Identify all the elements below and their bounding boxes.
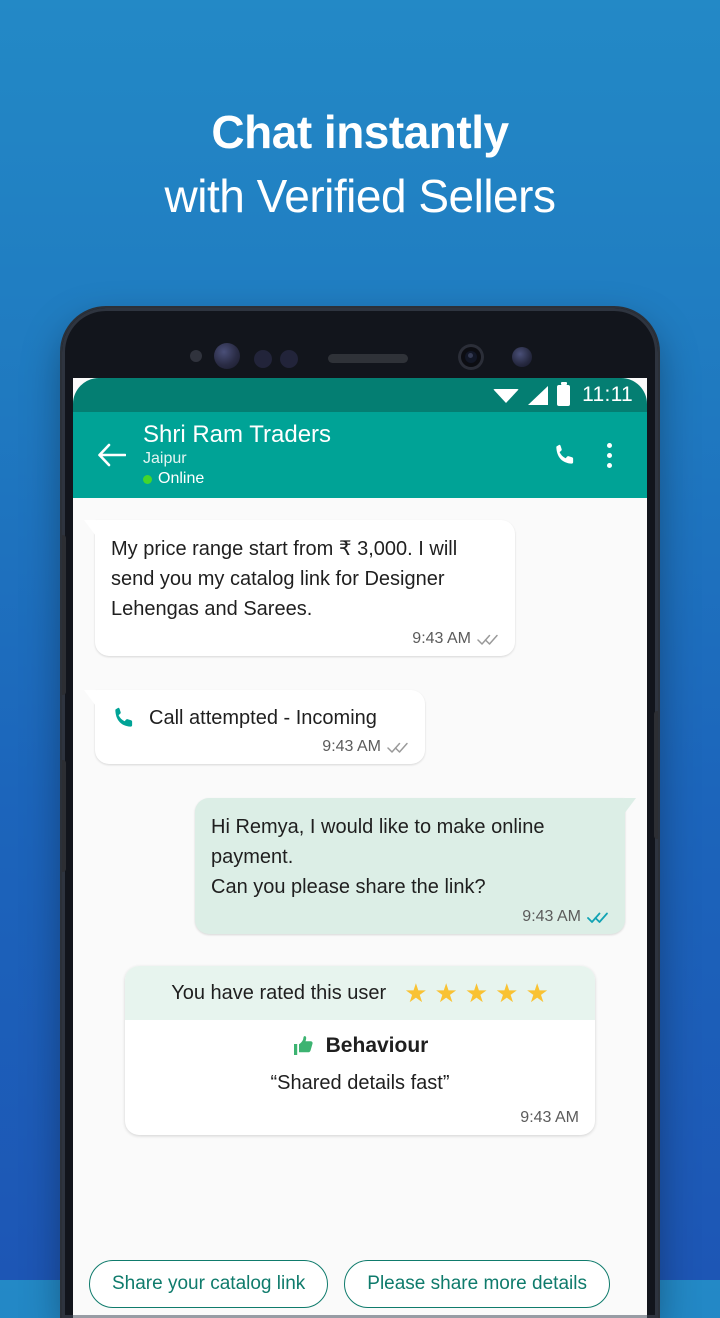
star-icon: ★ xyxy=(525,978,549,1008)
proximity-sensor-icon xyxy=(190,350,202,362)
call-button[interactable] xyxy=(543,433,587,477)
message-time: 9:43 AM xyxy=(322,738,381,755)
quick-reply-chip-share-catalog[interactable]: Share your catalog link xyxy=(89,1260,329,1308)
power-button[interactable] xyxy=(654,711,658,839)
iris-sensor-icon xyxy=(214,343,240,369)
rating-card-time: 9:43 AM xyxy=(520,1109,579,1126)
promo-headline: Chat instantly with Verified Sellers xyxy=(0,100,720,228)
bixby-button[interactable] xyxy=(62,760,66,872)
thumbs-up-icon xyxy=(293,1036,313,1055)
sensor-dot-icon xyxy=(280,350,298,368)
volume-button[interactable] xyxy=(62,535,66,695)
presence-label: Online xyxy=(158,470,205,487)
message-bubble-outgoing[interactable]: Hi Remya, I would like to make online pa… xyxy=(195,798,636,934)
star-icon: ★ xyxy=(464,978,489,1008)
double-check-icon xyxy=(477,634,498,645)
message-meta: 9:43 AM xyxy=(111,630,499,648)
signal-icon xyxy=(528,386,549,405)
light-sensor-icon xyxy=(254,350,272,368)
message-text: My price range start from ₹ 3,000. I wil… xyxy=(111,538,458,620)
message-row: Call attempted - Incoming 9:43 AM xyxy=(73,690,647,764)
battery-icon xyxy=(557,381,571,406)
presence-row: Online xyxy=(143,469,543,489)
message-bubble-incoming[interactable]: My price range start from ₹ 3,000. I wil… xyxy=(84,520,515,656)
phone-top-bezel xyxy=(62,308,658,382)
secondary-sensor-icon xyxy=(512,347,532,367)
front-camera-highlight xyxy=(468,353,473,358)
contact-info[interactable]: Shri Ram Traders Jaipur Online xyxy=(133,421,543,489)
phone-mockup: 11:11 Shri Ram Traders Jaipur Online My … xyxy=(62,308,658,1318)
chat-app-bar: Shri Ram Traders Jaipur Online xyxy=(73,412,647,498)
rating-category-row: Behaviour xyxy=(141,1034,579,1058)
overflow-menu-button[interactable] xyxy=(587,433,631,477)
message-text-line-1: Hi Remya, I would like to make online pa… xyxy=(211,816,545,868)
message-meta: 9:43 AM xyxy=(111,738,409,756)
quick-reply-bar: Share your catalog link Please share mor… xyxy=(73,1260,647,1318)
message-text-line-2: Can you please share the link? xyxy=(211,876,486,898)
call-log-text: Call attempted - Incoming xyxy=(149,707,377,729)
star-icon: ★ xyxy=(495,978,519,1008)
headline-line-1: Chat instantly xyxy=(211,106,509,158)
message-time: 9:43 AM xyxy=(522,908,581,925)
phone-incoming-icon xyxy=(115,707,133,727)
phone-screen: 11:11 Shri Ram Traders Jaipur Online My … xyxy=(73,378,647,1318)
wifi-icon xyxy=(493,389,520,403)
back-button[interactable] xyxy=(89,433,133,477)
contact-location: Jaipur xyxy=(143,450,187,467)
contact-name: Shri Ram Traders xyxy=(143,421,332,448)
rating-category-label: Behaviour xyxy=(325,1034,429,1057)
message-row: My price range start from ₹ 3,000. I wil… xyxy=(73,520,647,656)
message-row: Hi Remya, I would like to make online pa… xyxy=(73,798,647,934)
chat-thread: My price range start from ₹ 3,000. I wil… xyxy=(73,498,647,1318)
earpiece-speaker xyxy=(328,354,408,363)
message-bubble-call-log[interactable]: Call attempted - Incoming 9:43 AM xyxy=(84,690,425,764)
double-check-read-icon xyxy=(587,912,608,923)
rating-card[interactable]: You have rated this user ★ ★ ★ ★ ★ Behav… xyxy=(125,966,595,1135)
call-log-row: Call attempted - Incoming xyxy=(111,704,409,732)
star-icon: ★ xyxy=(404,978,428,1008)
online-status-dot-icon xyxy=(143,474,152,484)
rating-card-body: Behaviour “Shared details fast” 9:43 AM xyxy=(125,1020,595,1135)
status-bar: 11:11 xyxy=(73,378,647,412)
message-meta: 9:43 AM xyxy=(211,908,609,926)
phone-icon xyxy=(556,444,574,464)
message-time: 9:43 AM xyxy=(412,630,471,647)
rating-quote: “Shared details fast” xyxy=(270,1072,450,1094)
status-bar-clock: 11:11 xyxy=(582,383,633,406)
arrow-left-icon xyxy=(98,443,126,467)
rating-card-row: You have rated this user ★ ★ ★ ★ ★ Behav… xyxy=(73,966,647,1135)
rating-header-label: You have rated this user xyxy=(171,981,387,1004)
double-check-icon xyxy=(387,742,408,753)
quick-reply-chip-more-details[interactable]: Please share more details xyxy=(344,1260,610,1308)
more-vertical-icon xyxy=(606,442,612,468)
star-rating: ★ ★ ★ ★ ★ xyxy=(404,980,549,1006)
star-icon: ★ xyxy=(434,978,458,1008)
headline-line-2: with Verified Sellers xyxy=(164,170,556,222)
rating-card-header: You have rated this user ★ ★ ★ ★ ★ xyxy=(125,966,595,1020)
